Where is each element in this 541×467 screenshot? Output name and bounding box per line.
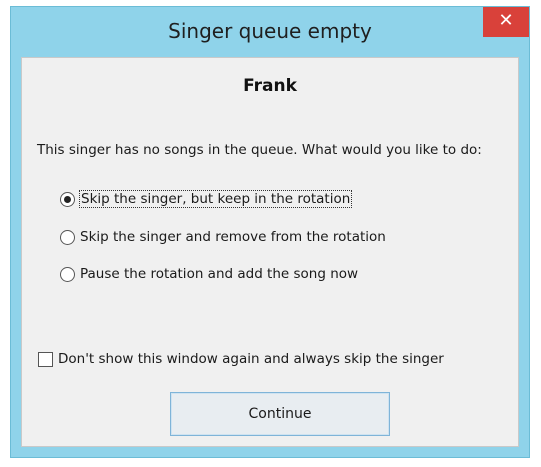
- close-icon: ✕: [498, 10, 514, 31]
- dialog-body: Frank This singer has no songs in the qu…: [21, 57, 519, 447]
- window-title: Singer queue empty: [168, 19, 372, 43]
- close-button[interactable]: ✕: [483, 7, 529, 37]
- option-skip-remove-label: Skip the singer and remove from the rota…: [80, 229, 386, 245]
- dialog-window: Singer queue empty ✕ Frank This singer h…: [10, 6, 530, 458]
- continue-button[interactable]: Continue: [170, 392, 390, 436]
- title-bar[interactable]: Singer queue empty ✕: [11, 7, 529, 57]
- option-skip-keep[interactable]: Skip the singer, but keep in the rotatio…: [60, 188, 353, 210]
- option-pause-add-label: Pause the rotation and add the song now: [80, 266, 359, 282]
- radio-pause-add[interactable]: [60, 266, 75, 282]
- dont-show-again[interactable]: Don't show this window again and always …: [38, 348, 444, 370]
- radio-skip-keep[interactable]: [60, 191, 75, 207]
- singer-name: Frank: [243, 76, 297, 96]
- dont-show-label: Don't show this window again and always …: [58, 351, 444, 367]
- prompt-text: This singer has no songs in the queue. W…: [37, 142, 482, 158]
- dont-show-checkbox[interactable]: [38, 351, 53, 367]
- option-pause-add[interactable]: Pause the rotation and add the song now: [60, 263, 358, 285]
- option-skip-keep-label: Skip the singer, but keep in the rotatio…: [78, 190, 353, 208]
- option-skip-remove[interactable]: Skip the singer and remove from the rota…: [60, 226, 386, 248]
- radio-skip-remove[interactable]: [60, 229, 75, 245]
